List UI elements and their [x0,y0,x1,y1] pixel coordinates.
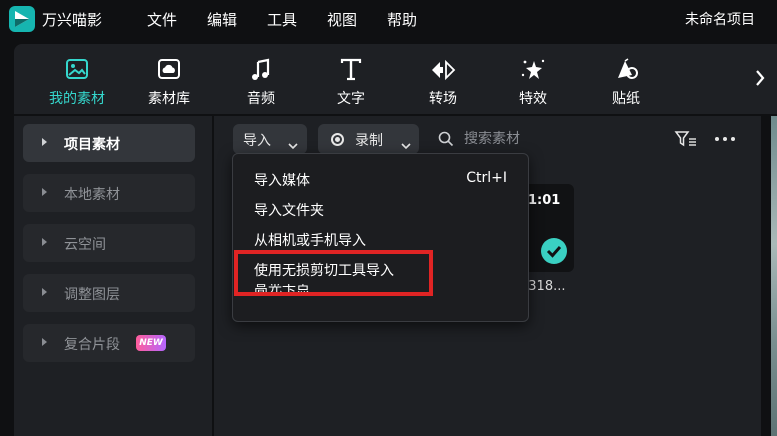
search-input[interactable] [464,129,624,149]
tool-label: 文字 [337,91,365,107]
import-button[interactable]: 导入 [233,124,307,154]
caret-right-icon [42,288,47,296]
tool-label: 特效 [519,91,547,107]
sidebar-item-local-media[interactable]: 本地素材 [23,174,195,212]
menu-item-label: 导入文件夹 [254,203,324,219]
sidebar-item-label: 调整图层 [64,287,120,303]
menu-item-shortcut: Ctrl+I [466,170,507,186]
menu-edit[interactable]: 编辑 [207,9,237,30]
caret-right-icon [42,338,47,346]
menu-help[interactable]: 帮助 [387,9,417,30]
tool-label: 贴纸 [612,91,640,107]
tool-effects[interactable]: 特效 [498,44,568,114]
tool-library[interactable]: 素材库 [134,44,204,114]
search-icon [438,131,454,147]
tool-label: 素材库 [148,91,190,107]
chevron-down-icon [288,135,298,150]
menu-file[interactable]: 文件 [147,9,177,30]
sidebar-item-label: 复合片段 [64,337,120,353]
menu-item-label: 导入媒体 [254,173,310,189]
tool-my-media[interactable]: 我的素材 [42,44,112,114]
sidebar-item-project-media[interactable]: 项目素材 [23,124,195,162]
sidebar-item-label: 本地素材 [64,187,120,203]
caret-right-icon [42,238,47,246]
import-dropdown-menu: 导入媒体 Ctrl+I 导入文件夹 从相机或手机导入 使用无损剪切工具导入 高光… [232,153,529,322]
caret-right-icon [42,138,47,146]
media-duration: 1:01 [528,193,561,208]
check-icon [541,238,567,264]
tool-sticker[interactable]: 贴纸 [591,44,661,114]
record-icon [331,133,344,146]
tool-transition[interactable]: 转场 [408,44,478,114]
sidebar-item-cloud-space[interactable]: 云空间 [23,224,195,262]
sidebar-item-compound-clip[interactable]: 复合片段 NEW [23,324,195,362]
menu-item-import-folder[interactable]: 导入文件夹 [233,194,528,224]
more-options-icon[interactable] [713,130,737,148]
sticker-icon [612,58,640,82]
transition-icon [429,58,457,82]
media-icon [63,58,91,82]
text-icon [337,58,365,82]
music-icon [247,58,275,82]
new-badge: NEW [136,335,166,351]
menu-tools[interactable]: 工具 [267,9,297,30]
effects-icon [519,58,547,82]
app-logo-icon [9,6,35,32]
title-bar: 万兴喵影 文件 编辑 工具 视图 帮助 未命名项目 [0,0,777,40]
cloud-library-icon [155,58,183,82]
record-label: 录制 [355,133,383,149]
chevron-down-icon [401,135,411,150]
tool-text[interactable]: 文字 [316,44,386,114]
media-sidebar: 项目素材 本地素材 云空间 调整图层 复合片段 NEW [14,116,212,436]
record-button[interactable]: 录制 [318,124,419,154]
sidebar-item-adjustment-layer[interactable]: 调整图层 [23,274,195,312]
project-name[interactable]: 未命名项目 [685,9,755,29]
asset-toolbar: 我的素材 素材库 音频 文字 转场 特效 贴纸 [14,44,777,114]
menu-item-import-media[interactable]: 导入媒体 Ctrl+I [233,164,528,194]
preview-edge [771,116,777,436]
caret-right-icon [42,188,47,196]
sidebar-item-label: 云空间 [64,237,106,253]
filter-icon[interactable] [674,129,698,149]
tool-label: 转场 [429,91,457,107]
highlight-annotation-box [234,250,433,296]
app-title: 万兴喵影 [42,11,103,29]
sidebar-item-label: 项目素材 [64,137,120,153]
tool-label: 音频 [247,91,275,107]
menu-item-label: 从相机或手机导入 [254,233,366,249]
tool-label: 我的素材 [49,91,105,107]
import-label: 导入 [243,133,271,149]
menu-view[interactable]: 视图 [327,9,357,30]
tool-audio[interactable]: 音频 [226,44,296,114]
chevron-right-icon[interactable] [751,66,769,90]
